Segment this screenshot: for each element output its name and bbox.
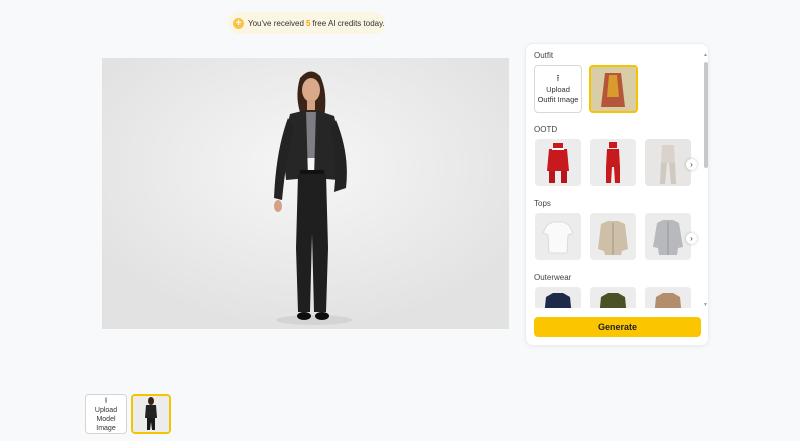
model-thumbnail-image	[133, 396, 169, 432]
outfit-image	[591, 67, 636, 111]
ootd-image	[535, 139, 581, 186]
outerwear-image	[535, 287, 581, 308]
section-title-tops: Tops	[534, 199, 551, 208]
section-title-outfit: Outfit	[534, 51, 554, 60]
credits-notice: + You've received 5 free AI credits toda…	[228, 12, 385, 34]
scrollbar-thumb[interactable]	[704, 62, 708, 168]
tops-image	[535, 213, 581, 260]
outerwear-item[interactable]	[645, 287, 691, 308]
tops-item[interactable]	[590, 213, 636, 260]
outerwear-image	[645, 287, 691, 308]
tops-item[interactable]	[645, 213, 691, 260]
upload-icon: ⭱	[556, 73, 560, 83]
outerwear-image	[590, 287, 636, 308]
model-preview	[102, 58, 509, 329]
model-thumbnail-selected[interactable]	[131, 394, 171, 434]
tops-image	[590, 213, 636, 260]
scroll-up-arrow-icon[interactable]: ▲	[703, 52, 708, 58]
ootd-image	[590, 139, 636, 186]
outfit-thumbnail-selected[interactable]	[589, 65, 638, 113]
credits-suffix: free AI credits today.	[312, 18, 385, 28]
ootd-item[interactable]	[590, 139, 636, 186]
section-title-outerwear: Outerwear	[534, 273, 572, 282]
upload-outfit-line1: Upload	[546, 85, 570, 94]
credits-prefix: You've received	[248, 18, 304, 28]
upload-model-line1: Upload	[94, 406, 118, 414]
model-figure	[102, 58, 509, 329]
outfit-panel: Outfit ⭱ Upload Outfit Image OOTD › Tops…	[525, 43, 709, 346]
tops-next-arrow-icon[interactable]: ›	[686, 233, 697, 244]
section-title-ootd: OOTD	[534, 125, 558, 134]
outerwear-item[interactable]	[535, 287, 581, 308]
generate-button[interactable]: Generate	[534, 317, 701, 337]
ootd-item[interactable]	[535, 139, 581, 186]
outerwear-item[interactable]	[590, 287, 636, 308]
upload-outfit-button[interactable]: ⭱ Upload Outfit Image	[534, 65, 582, 113]
ootd-item[interactable]	[645, 139, 691, 186]
panel-scrollbar[interactable]: ▲ ▼	[703, 52, 708, 308]
credits-count: 5	[305, 18, 311, 28]
upload-icon: ⭱	[104, 395, 108, 405]
ootd-next-arrow-icon[interactable]: ›	[686, 159, 697, 170]
upload-model-line2: Model Image	[96, 415, 116, 432]
tops-image	[645, 213, 691, 260]
scroll-down-arrow-icon[interactable]: ▼	[703, 302, 708, 308]
coin-plus-icon: +	[233, 17, 244, 29]
panel-scroll-area[interactable]: Outfit ⭱ Upload Outfit Image OOTD › Tops…	[526, 44, 704, 308]
upload-model-button[interactable]: ⭱ Upload Model Image	[85, 394, 127, 434]
tops-item[interactable]	[535, 213, 581, 260]
upload-outfit-line2: Outfit Image	[537, 95, 579, 104]
ootd-image	[645, 139, 691, 186]
